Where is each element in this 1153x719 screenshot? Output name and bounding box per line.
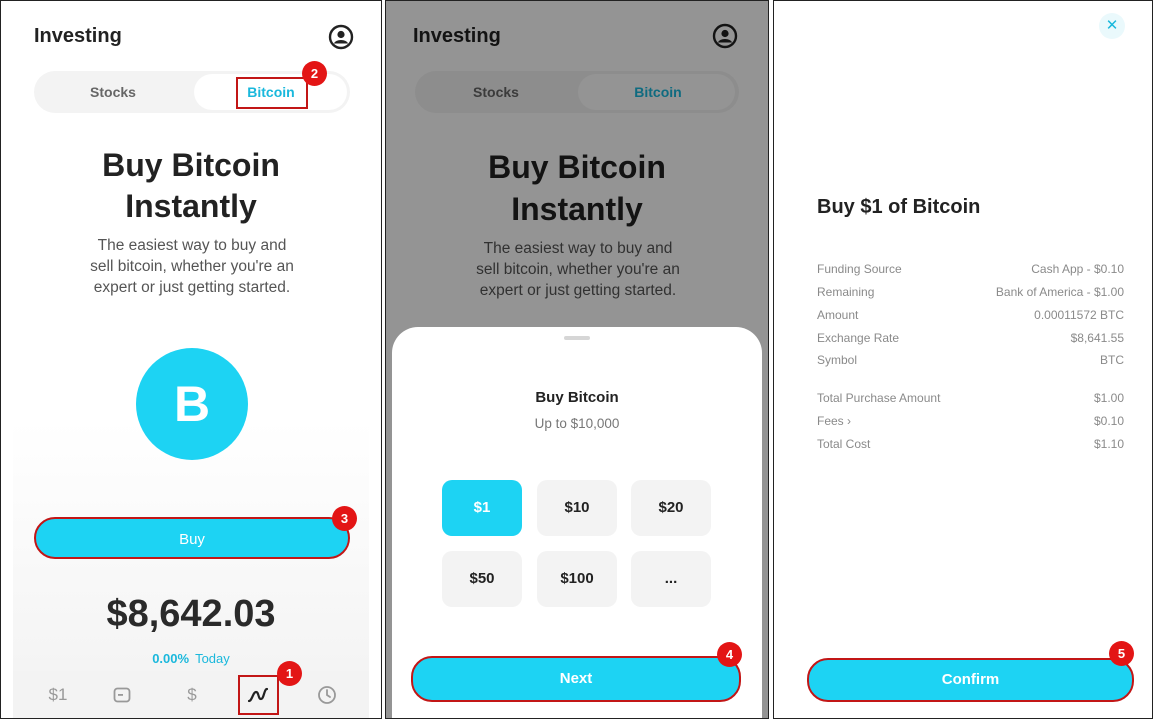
detail-row: Funding Source Cash App - $0.10: [817, 262, 1124, 280]
hero-description: The easiest way to buy and sell bitcoin,…: [62, 235, 322, 298]
total-label: Total Purchase Amount: [817, 391, 941, 405]
purchase-title: Buy $1 of Bitcoin: [817, 196, 981, 218]
card-icon: [113, 687, 131, 703]
page-title: Investing: [34, 25, 122, 47]
total-value: $1.10: [1093, 437, 1124, 451]
detail-value: $8,641.55: [1070, 331, 1124, 345]
detail-value: BTC: [1100, 353, 1124, 367]
step-badge-2: 2: [302, 61, 327, 86]
step-badge-4: 4: [717, 642, 742, 667]
total-label[interactable]: Fees ›: [817, 414, 851, 428]
change-percent: 0.00%: [152, 651, 190, 666]
close-icon[interactable]: ✕: [1099, 13, 1125, 39]
total-label: Total Cost: [817, 437, 871, 451]
amount-option-10[interactable]: $10: [537, 480, 617, 536]
sheet-drag-handle[interactable]: [564, 336, 590, 340]
sheet-subtitle: Up to $10,000: [534, 416, 620, 431]
amount-option-50[interactable]: $50: [442, 551, 522, 607]
total-value: $0.10: [1093, 414, 1124, 428]
amount-option-custom[interactable]: ...: [631, 551, 711, 607]
confirm-button[interactable]: Confirm: [807, 658, 1134, 702]
buy-bitcoin-sheet: Buy Bitcoin Up to $10,000 $1 $10 $20 $50…: [392, 327, 762, 718]
buy-amount-screen: Investing Stocks Bitcoin Buy Bitcoin Ins…: [385, 0, 769, 719]
detail-value: 0.00011572 BTC: [1034, 308, 1124, 322]
amount-option-100[interactable]: $100: [537, 551, 617, 607]
price-change: 0.00% Today: [1, 651, 381, 666]
amount-option-20[interactable]: $20: [631, 480, 711, 536]
detail-label: Symbol: [817, 353, 858, 367]
profile-icon[interactable]: [328, 24, 354, 50]
confirm-purchase-screen: ✕ Buy $1 of Bitcoin Funding Source Cash …: [773, 0, 1153, 719]
investing-screen: Investing Stocks Bitcoin 2 Buy Bitcoin I…: [0, 0, 382, 719]
detail-row: Exchange Rate $8,641.55: [817, 331, 1124, 349]
detail-value: Bank of America - $1.00: [995, 285, 1124, 299]
step-badge-5: 5: [1109, 641, 1134, 666]
tab-stocks[interactable]: Stocks: [34, 71, 192, 113]
clock-icon: [318, 686, 336, 704]
total-row: Total Cost $1.10: [817, 437, 1124, 455]
nav-activity-tab[interactable]: [307, 671, 347, 718]
next-button[interactable]: Next: [411, 656, 741, 702]
sheet-title: Buy Bitcoin: [535, 389, 619, 406]
description-line: The easiest way to buy and: [97, 237, 287, 254]
total-row: Total Purchase Amount $1.00: [817, 391, 1124, 409]
detail-label: Exchange Rate: [817, 331, 900, 345]
highlight-bitcoin-tab: [236, 77, 308, 109]
nav-card-tab[interactable]: [102, 671, 142, 718]
nav-cash-tab[interactable]: $1: [38, 671, 78, 718]
bottom-nav: $1 $: [13, 671, 369, 718]
detail-label: Remaining: [817, 285, 875, 299]
detail-row: Remaining Bank of America - $1.00: [817, 285, 1124, 303]
detail-label: Amount: [817, 308, 859, 322]
step-badge-3: 3: [332, 506, 357, 531]
bitcoin-logo-icon: B: [136, 348, 248, 460]
detail-value: Cash App - $0.10: [1031, 262, 1124, 276]
highlight-investing-tab: [238, 675, 279, 715]
nav-dollar-tab[interactable]: $: [172, 671, 212, 718]
hero-title-line1: Buy Bitcoin: [102, 147, 280, 183]
buy-button[interactable]: Buy: [34, 517, 350, 559]
bitcoin-symbol: B: [173, 376, 211, 432]
hero-title-line2: Instantly: [125, 188, 257, 224]
description-line: expert or just getting started.: [93, 279, 291, 296]
detail-row: Amount 0.00011572 BTC: [817, 308, 1124, 326]
total-value: $1.00: [1093, 391, 1124, 405]
description-line: sell bitcoin, whether you're an: [90, 258, 294, 275]
fees-row[interactable]: Fees › $0.10: [817, 414, 1124, 432]
step-badge-1: 1: [277, 661, 302, 686]
change-period: Today: [195, 651, 230, 666]
detail-row: Symbol BTC: [817, 353, 1124, 371]
amount-option-1[interactable]: $1: [442, 480, 522, 536]
bitcoin-price: $8,642.03: [106, 593, 276, 635]
detail-label: Funding Source: [817, 262, 902, 276]
